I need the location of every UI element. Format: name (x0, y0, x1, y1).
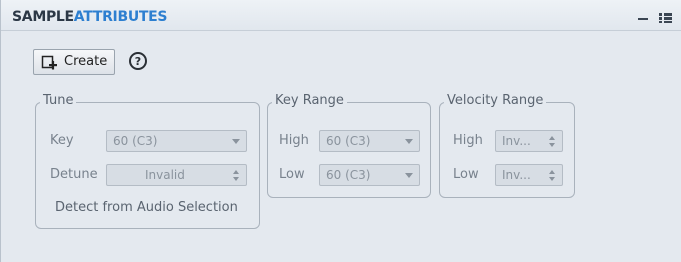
detune-label: Detune (50, 167, 98, 182)
velocity-high-stepper[interactable]: Inv... (495, 130, 563, 152)
detune-stepper[interactable]: Invalid (106, 164, 247, 186)
sample-attributes-panel: SAMPLEATTRIBUTES ⋮ Create ? Tune Key 60 … (0, 0, 681, 262)
spin-up-icon[interactable] (549, 170, 555, 174)
title-part-sample: SAMPLE (12, 9, 74, 25)
spin-up-icon[interactable] (549, 136, 555, 140)
spin-down-icon[interactable] (233, 177, 239, 181)
key-range-group: Key Range High 60 (C3) Low 60 (C3) (267, 93, 431, 198)
velocity-range-legend: Velocity Range (444, 93, 547, 108)
key-range-low-value: 60 (C3) (326, 168, 371, 182)
key-range-high-value: 60 (C3) (326, 134, 371, 148)
key-range-high-label: High (279, 133, 309, 148)
key-range-high-select[interactable]: 60 (C3) (319, 130, 420, 152)
spin-down-icon[interactable] (549, 143, 555, 147)
velocity-range-group: Velocity Range High Inv... Low Inv... (439, 93, 575, 198)
key-range-low-select[interactable]: 60 (C3) (319, 164, 420, 186)
detune-value: Invalid (145, 168, 185, 182)
tune-group: Tune Key 60 (C3) Detune Invalid Detect f… (35, 93, 260, 229)
velocity-high-value: Inv... (502, 134, 531, 148)
tune-legend: Tune (40, 93, 77, 108)
panel-title: SAMPLEATTRIBUTES (12, 9, 168, 25)
velocity-low-label: Low (453, 167, 479, 182)
chevron-down-icon (405, 173, 413, 178)
detect-from-audio-selection-link[interactable]: Detect from Audio Selection (55, 200, 238, 215)
velocity-low-value: Inv... (502, 168, 531, 182)
spin-up-icon[interactable] (233, 170, 239, 174)
chevron-down-icon (405, 139, 413, 144)
help-icon[interactable]: ? (129, 52, 147, 70)
key-range-legend: Key Range (272, 93, 347, 108)
velocity-low-stepper[interactable]: Inv... (495, 164, 563, 186)
create-button[interactable]: Create (33, 49, 115, 75)
create-button-label: Create (64, 54, 108, 69)
minimize-icon[interactable] (638, 18, 648, 20)
key-select[interactable]: 60 (C3) (106, 130, 247, 152)
title-part-attributes: ATTRIBUTES (73, 9, 168, 25)
title-bar: SAMPLEATTRIBUTES ⋮ (1, 0, 681, 31)
key-select-value: 60 (C3) (113, 134, 158, 148)
chevron-down-icon (232, 139, 240, 144)
key-range-low-label: Low (279, 167, 305, 182)
menu-icon[interactable] (659, 13, 672, 23)
spin-down-icon[interactable] (549, 177, 555, 181)
key-label: Key (50, 133, 74, 148)
more-icon[interactable]: ⋮ (677, 9, 681, 23)
velocity-high-label: High (453, 133, 483, 148)
create-icon (41, 55, 57, 70)
